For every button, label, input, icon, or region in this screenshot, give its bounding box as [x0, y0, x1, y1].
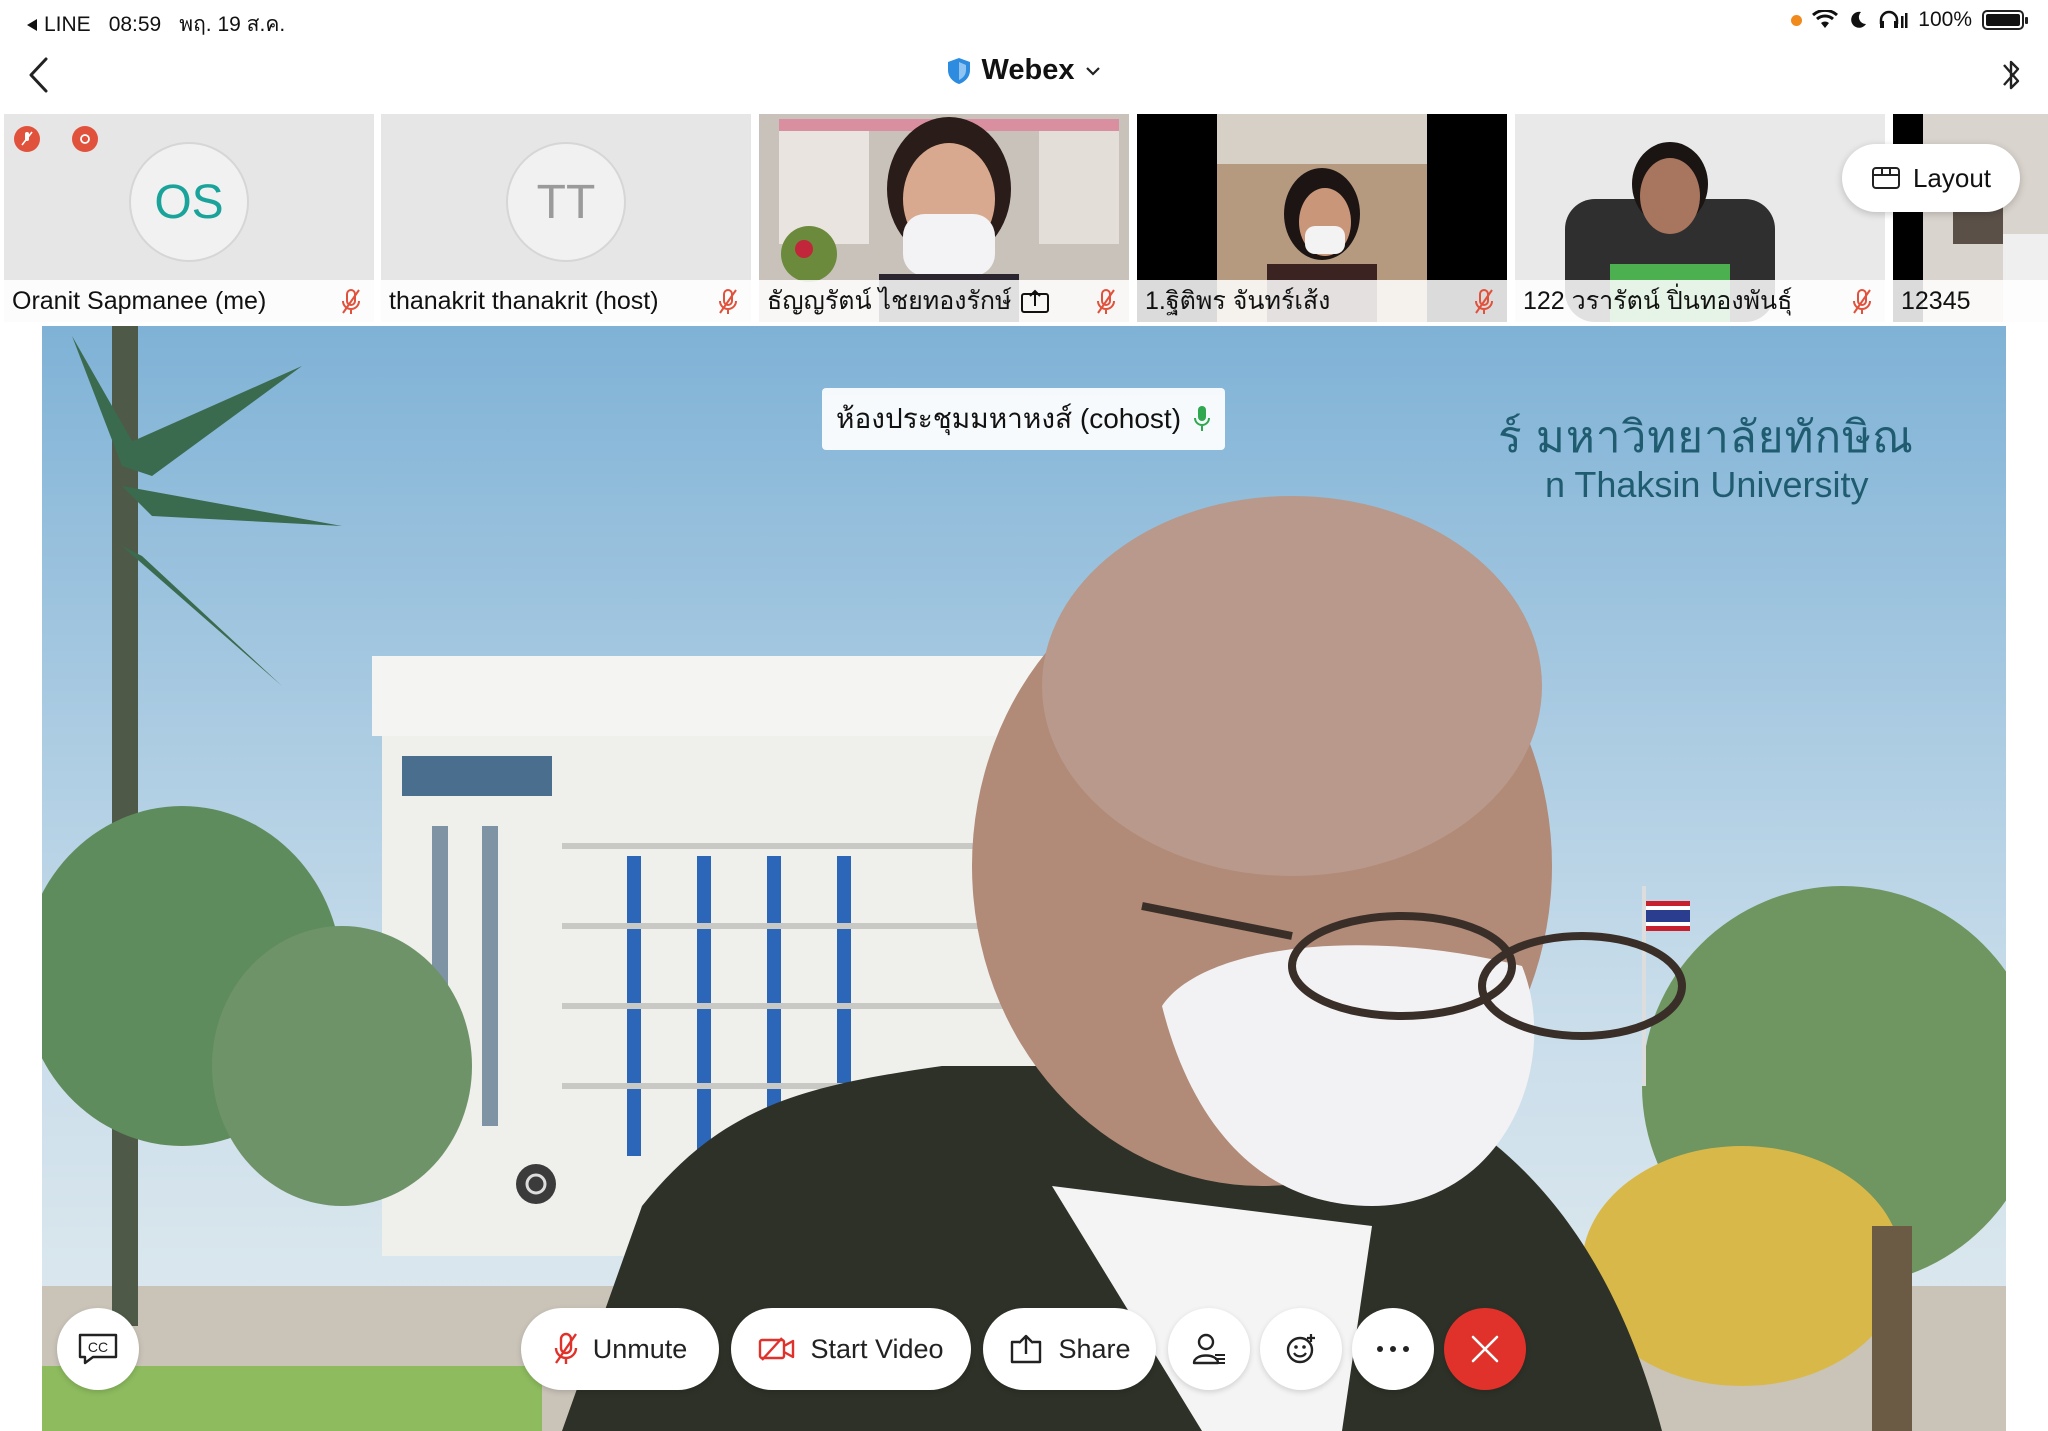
participant-label: thanakrit thanakrit (host) — [381, 280, 751, 322]
participant-label: Oranit Sapmanee (me) — [4, 280, 374, 322]
back-app-label: LINE — [44, 12, 91, 36]
mic-in-use-indicator — [1791, 14, 1803, 26]
participants-icon — [1192, 1333, 1225, 1365]
participant-name: 122 วรารัตน์ ปิ่นทองพันธุ์ — [1523, 287, 1793, 315]
moon-icon — [1851, 11, 1867, 28]
back-to-app-link[interactable]: LINE — [26, 13, 91, 37]
nav-bar: Webex — [0, 40, 2048, 112]
bluetooth-button[interactable] — [1996, 52, 2026, 98]
smiley-icon — [1286, 1334, 1315, 1364]
status-time: 08:59 — [108, 12, 162, 36]
unmute-button[interactable]: Unmute — [521, 1308, 719, 1390]
mic-muted-icon — [1097, 289, 1115, 314]
battery-icon — [1982, 10, 2028, 30]
participant-label: 122 วรารัตน์ ปิ่นทองพันธุ์ — [1515, 280, 1885, 322]
banner-text-english: n Thaksin University — [1545, 464, 1869, 505]
muted-badge-icon — [14, 126, 40, 152]
shield-icon — [947, 57, 970, 84]
recording-badge-icon — [72, 126, 98, 152]
participant-tile-video[interactable]: 122 วรารัตน์ ปิ่นทองพันธุ์ — [1515, 114, 1885, 322]
cc-icon: CC — [78, 1333, 118, 1365]
wifi-icon — [1812, 10, 1839, 28]
close-icon — [1471, 1335, 1499, 1363]
participant-name: ธัญญรัตน์ ไชยทองรักษ์ — [767, 287, 1012, 315]
avatar-initials: OS — [154, 175, 224, 229]
participant-name: thanakrit thanakrit (host) — [389, 286, 659, 315]
participants-button[interactable] — [1168, 1308, 1250, 1390]
captions-button[interactable]: CC — [57, 1308, 139, 1390]
avatar: OS — [129, 142, 249, 262]
meeting-title-dropdown[interactable]: Webex — [0, 54, 2048, 87]
start-video-button-label: Start Video — [810, 1333, 944, 1364]
participant-name: 1.ฐิติพร จันทร์เส้ง — [1145, 287, 1331, 315]
leave-meeting-button[interactable] — [1444, 1308, 1526, 1390]
headphones-icon — [1880, 10, 1908, 28]
mic-muted-icon — [554, 1332, 577, 1364]
banner-text-thai: ร์ มหาวิทยาลัยทักษิณ — [1498, 413, 1914, 462]
mic-muted-icon — [1853, 289, 1871, 314]
share-icon — [1011, 1334, 1042, 1364]
avatar-initials: TT — [536, 175, 596, 229]
layout-icon — [1871, 167, 1900, 189]
battery-percent: 100% — [1918, 8, 1972, 31]
participant-strip[interactable]: OS Oranit Sapmanee (me) TT thanakrit tha… — [0, 114, 2048, 322]
active-speaker-label: ห้องประชุมมหาหงส์ (cohost) — [822, 388, 1226, 450]
avatar: TT — [506, 142, 626, 262]
participant-label: 1.ฐิติพร จันทร์เส้ง — [1137, 280, 1507, 322]
mic-muted-icon — [342, 289, 360, 314]
layout-button[interactable]: Layout — [1842, 144, 2020, 212]
participant-name: Oranit Sapmanee (me) — [12, 286, 267, 315]
mic-muted-icon — [1475, 289, 1493, 314]
mic-muted-icon — [719, 289, 737, 314]
participant-label: ธัญญรัตน์ ไชยทองรักษ์ — [759, 280, 1129, 322]
participant-tile-self[interactable]: OS Oranit Sapmanee (me) — [4, 114, 374, 322]
back-triangle-icon — [27, 18, 37, 31]
chevron-down-icon — [1086, 66, 1101, 76]
active-speaker-name: ห้องประชุมมหาหงส์ (cohost) — [836, 403, 1182, 434]
participant-label: 12345 — [1893, 280, 2048, 322]
status-date: พฤ. 19 ส.ค. — [179, 13, 286, 36]
svg-text:CC: CC — [88, 1339, 108, 1355]
video-off-icon — [759, 1337, 795, 1361]
participant-tile-host[interactable]: TT thanakrit thanakrit (host) — [381, 114, 751, 322]
layout-button-label: Layout — [1912, 162, 1992, 193]
more-options-button[interactable] — [1352, 1308, 1434, 1390]
start-video-button[interactable]: Start Video — [731, 1308, 971, 1390]
mic-active-icon — [1194, 406, 1211, 431]
participant-tile-video[interactable]: ธัญญรัตน์ ไชยทองรักษ์ — [759, 114, 1129, 322]
participant-name: 12345 — [1901, 286, 1971, 315]
unmute-button-label: Unmute — [592, 1333, 688, 1364]
reactions-button[interactable] — [1260, 1308, 1342, 1390]
status-bar: LINE 08:59 พฤ. 19 ส.ค. 100% — [0, 0, 2048, 40]
share-button-label: Share — [1058, 1333, 1131, 1364]
meeting-title: Webex — [981, 54, 1075, 86]
bluetooth-icon — [2003, 60, 2020, 90]
sharing-icon — [1020, 289, 1049, 313]
share-button[interactable]: Share — [983, 1308, 1156, 1390]
more-dots-icon — [1377, 1346, 1409, 1352]
participant-tile-video[interactable]: 1.ฐิติพร จันทร์เส้ง — [1137, 114, 1507, 322]
